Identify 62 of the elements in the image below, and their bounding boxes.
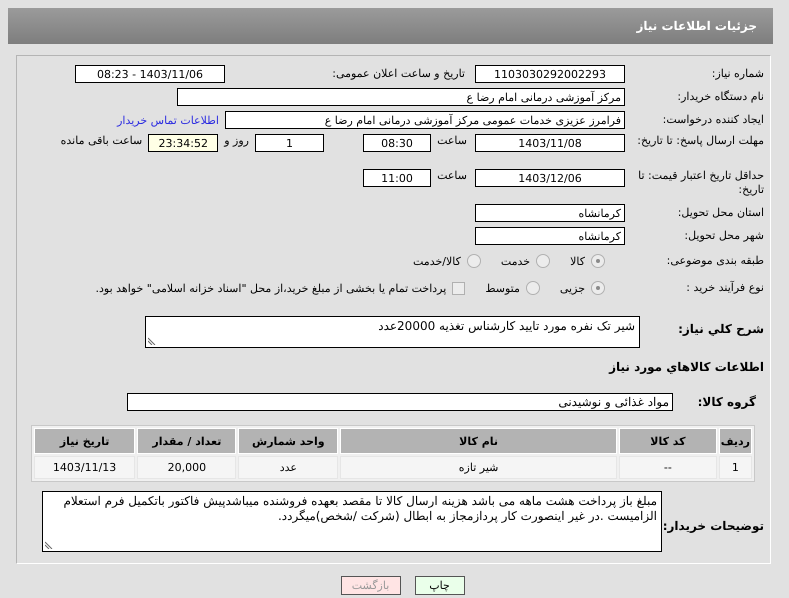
buyer-notes-field: مبلغ باز پرداخت هشت ماهه می باشد هزینه ارسال کالا تا مقصد بعهده فروشنده میباشدپیش فاکتور باتکمیل فرم استعلام الزامیست .در غیر اینصورت کار پردازمجاز به ابطال (شرکت /شخص)میگردد.: [42, 491, 662, 552]
field-label: طبقه بندی موضوعی:: [666, 254, 765, 268]
field-label: نوع فرآیند خرید :: [685, 281, 765, 295]
goods-group-field: مواد غذائی و نوشیدنی: [127, 393, 673, 411]
table-cell: 1403/11/13: [34, 456, 136, 479]
radio-button[interactable]: [591, 281, 605, 295]
deadline-date-field: 1403/11/08: [475, 134, 625, 152]
resize-grip-icon: [148, 337, 156, 345]
province-field: کرمانشاه: [475, 204, 625, 222]
field-label: نام دستگاه خریدار:: [676, 90, 765, 104]
validity-time-field: 11:00: [363, 169, 431, 187]
print-button[interactable]: چاپ: [414, 576, 464, 595]
creator-field: فرامرز عزیزی خدمات عمومی مرکز آموزشی درمانی امام رضا ع: [225, 111, 625, 129]
checkbox[interactable]: [452, 282, 466, 294]
field-label: شرح کلي نياز:: [677, 321, 765, 336]
description-field: شیر تک نفره مورد تایید کارشناس تغذیه 20000عدد: [145, 316, 640, 348]
field-label: تاریخ و ساعت اعلان عمومی:: [331, 67, 466, 81]
column-header: کد کالا: [619, 428, 717, 454]
field-label: استان محل تحویل:: [676, 206, 765, 220]
validity-date-field: 1403/12/06: [475, 169, 625, 187]
table-cell: شیر تازه: [340, 456, 618, 479]
remaining-label: ساعت باقی مانده: [60, 134, 142, 147]
field-label: شماره نیاز:: [710, 67, 765, 81]
radio-button[interactable]: [536, 254, 550, 268]
section-heading: اطلاعات كالاهاي مورد نياز: [608, 360, 765, 374]
column-header: واحد شمارش: [238, 428, 338, 454]
column-header: نام کالا: [340, 428, 618, 454]
radio-button[interactable]: [466, 254, 481, 268]
field-label: ایجاد کننده درخواست:: [662, 113, 765, 127]
city-field: کرمانشاه: [475, 227, 625, 245]
column-header: تعداد / مقدار: [137, 428, 236, 454]
table-cell: --: [619, 456, 717, 479]
column-header: تاریخ نیاز: [34, 428, 136, 454]
table-cell: عدد: [238, 456, 338, 479]
table-cell: 20,000: [137, 456, 236, 479]
field-label: توضیحات خریدار:: [662, 518, 765, 533]
radio-label: کالا/خدمت: [413, 254, 461, 268]
radio-button[interactable]: [526, 281, 540, 295]
radio-label: خدمت: [500, 254, 530, 268]
radio-label: متوسط: [485, 282, 520, 294]
radio-label: کالا: [570, 254, 585, 268]
deadline-time-field: 08:30: [363, 134, 431, 152]
time-label: ساعت: [436, 169, 467, 182]
field-label: مهلت ارسال پاسخ: تا تاریخ:: [636, 134, 765, 148]
resize-grip-icon: [45, 541, 53, 549]
table-cell: 1: [718, 456, 752, 479]
page-title: جزئیات اطلاعات نیاز: [8, 8, 773, 44]
field-label: شهر محل تحویل:: [683, 229, 765, 243]
time-label: ساعت: [436, 134, 467, 147]
column-header: ردیف: [718, 428, 752, 454]
radio-button[interactable]: [591, 254, 605, 268]
remaining-time-field: 23:34:52: [148, 134, 218, 152]
days-label: روز و: [224, 134, 249, 147]
contact-link[interactable]: اطلاعات تماس خریدار: [117, 114, 219, 126]
need-number-field: 1103030292002293: [475, 65, 625, 83]
field-label: گروه کالا:: [696, 395, 757, 409]
checkbox-label: پرداخت تمام یا بخشی از مبلغ خرید،از محل "اسناد خزانه اسلامی" خواهد بود.: [96, 282, 446, 294]
announce-date-field: 1403/11/06 - 08:23: [75, 65, 225, 83]
buyer-field: مرکز آموزشی درمانی امام رضا ع: [177, 88, 625, 106]
radio-label: جزیی: [560, 282, 585, 294]
days-field: 1: [255, 134, 324, 152]
field-label: حداقل تاریخ اعتبار قیمت: تا تاریخ:: [637, 169, 765, 197]
